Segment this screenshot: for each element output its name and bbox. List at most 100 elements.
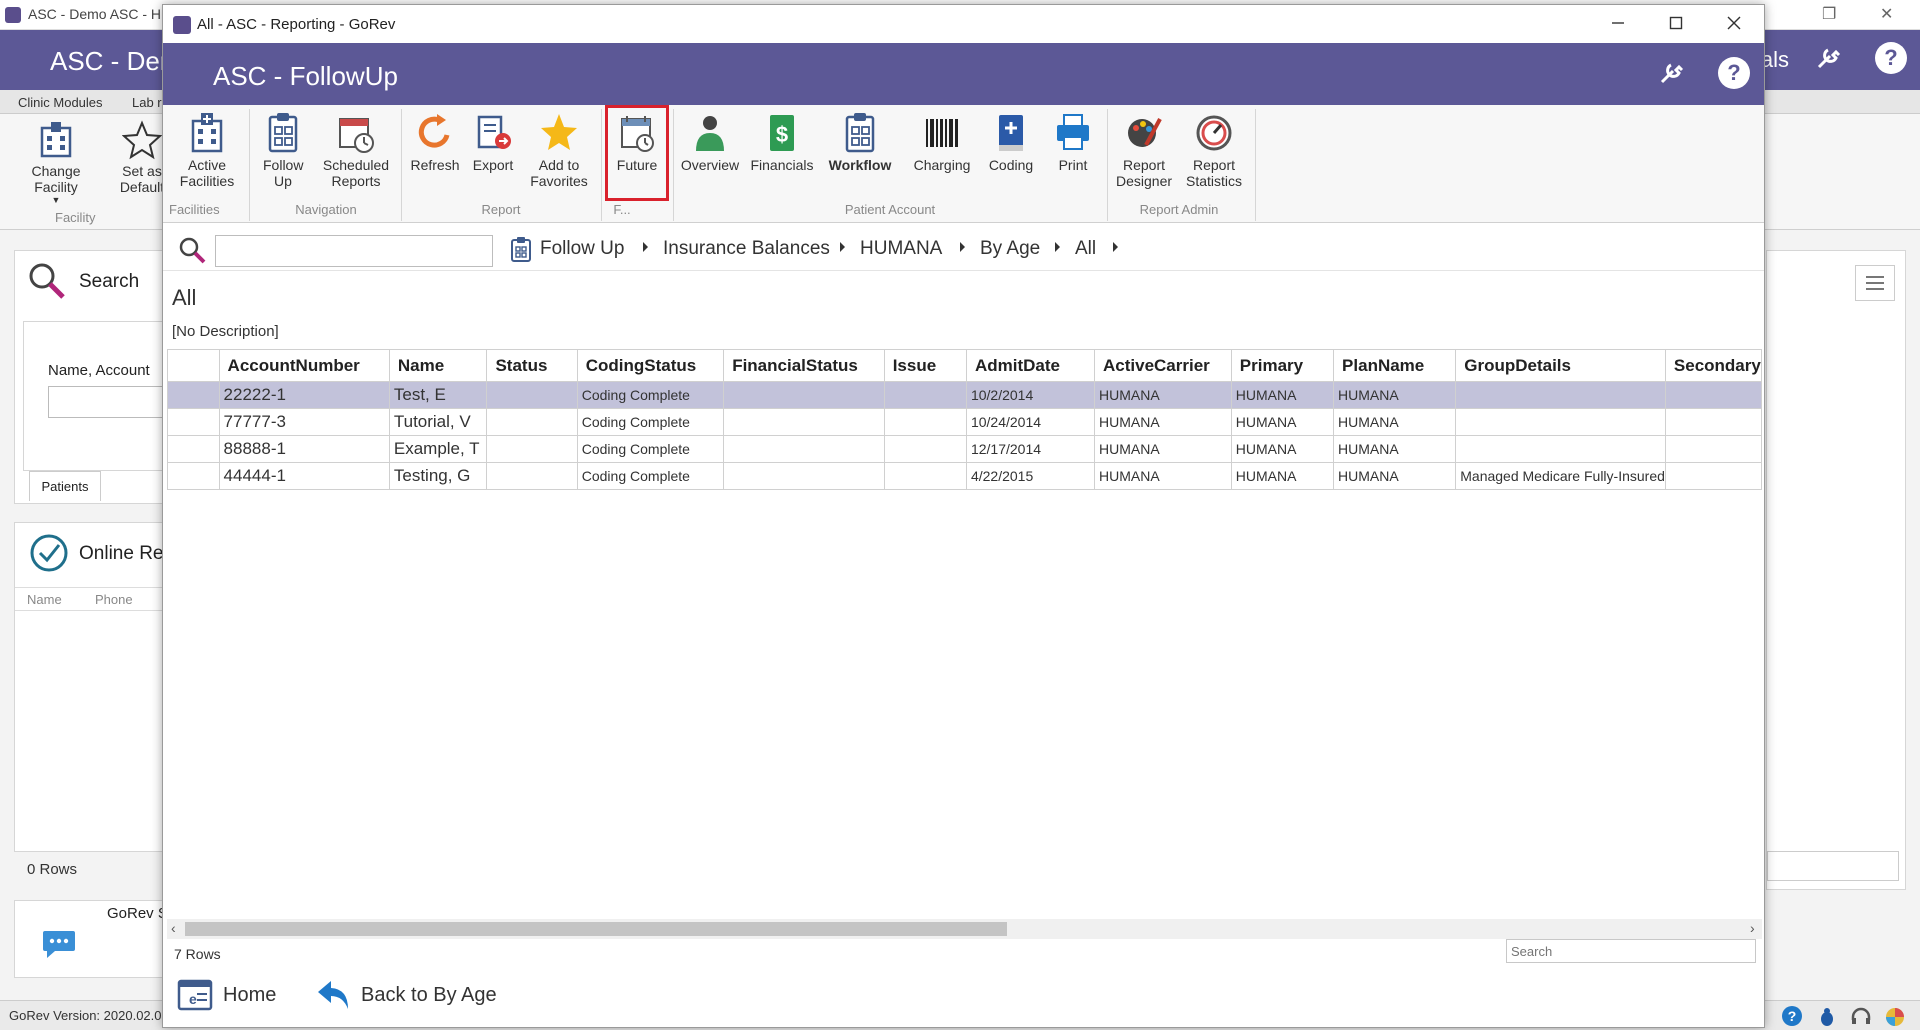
star-outline-icon xyxy=(121,120,163,160)
column-header[interactable]: Primary xyxy=(1230,349,1335,382)
coding-button[interactable]: Coding xyxy=(981,109,1041,199)
table-row[interactable]: 88888-1 Example, T Coding Complete 12/17… xyxy=(167,435,1762,463)
col-phone[interactable]: Phone xyxy=(95,592,133,607)
row-indicator[interactable] xyxy=(167,381,220,409)
cell-admit-date: 10/2/2014 xyxy=(965,381,1096,409)
breadcrumb-separator xyxy=(643,242,648,252)
report-designer-button[interactable]: Report Designer xyxy=(1111,109,1177,199)
tools-icon[interactable] xyxy=(1814,42,1844,79)
print-button[interactable]: Print xyxy=(1043,109,1103,199)
cell-account-number: 22222-1 xyxy=(218,381,390,409)
workflow-button[interactable]: Workflow xyxy=(819,109,901,199)
table-row[interactable]: 77777-3 Tutorial, V Coding Complete 10/2… xyxy=(167,408,1762,436)
minimize-button[interactable] xyxy=(1589,5,1647,43)
printer-icon xyxy=(1057,114,1089,150)
grid-search-input[interactable] xyxy=(1506,939,1756,963)
breadcrumb-all[interactable]: All xyxy=(1075,238,1096,260)
row-indicator[interactable] xyxy=(167,435,220,463)
cell-issue xyxy=(883,381,967,409)
col-name[interactable]: Name xyxy=(27,592,62,607)
print-label: Print xyxy=(1058,157,1088,173)
cell-active-carrier: HUMANA xyxy=(1094,408,1232,436)
help-icon[interactable]: ? xyxy=(1875,42,1907,74)
breadcrumb-search-input[interactable] xyxy=(215,235,493,267)
tab-lab[interactable]: Lab r xyxy=(132,95,162,110)
page-title: All xyxy=(172,285,197,310)
column-header[interactable]: FinancialStatus xyxy=(723,349,885,382)
maximize-button[interactable] xyxy=(1647,5,1705,43)
breadcrumb-insurance-balances[interactable]: Insurance Balances xyxy=(663,238,830,260)
home-label: Home xyxy=(223,983,277,1006)
scheduled-reports-button[interactable]: Scheduled Reports xyxy=(319,109,393,199)
color-wheel-icon xyxy=(1886,1008,1904,1026)
export-button[interactable]: Export xyxy=(465,109,521,199)
column-header[interactable]: Status xyxy=(486,349,578,382)
chat-icon xyxy=(43,931,75,958)
column-header[interactable]: Name xyxy=(388,349,488,382)
name-account-input[interactable] xyxy=(48,386,178,418)
cell-admit-date: 12/17/2014 xyxy=(965,435,1096,463)
charging-button[interactable]: Charging xyxy=(905,109,979,199)
gorev-panel: GoRev S xyxy=(14,900,174,978)
cell-financial-status xyxy=(723,381,885,409)
cell-coding-status: Coding Complete xyxy=(576,435,725,463)
back-button[interactable]: Back to By Age xyxy=(315,973,497,1017)
report-statistics-button[interactable]: Report Statistics xyxy=(1179,109,1249,199)
back-arrow-icon xyxy=(318,981,348,1009)
scroll-right-icon[interactable]: › xyxy=(1750,920,1755,936)
cell-coding-status: Coding Complete xyxy=(576,381,725,409)
home-button[interactable]: e Home xyxy=(175,973,276,1017)
breadcrumb-bar: Follow Up Insurance Balances HUMANA By A… xyxy=(163,223,1764,271)
palette-icon xyxy=(1128,118,1162,147)
table-row[interactable]: 22222-1 Test, E Coding Complete 10/2/201… xyxy=(167,381,1762,409)
minimize-icon xyxy=(1612,22,1624,24)
scrollbar-thumb[interactable] xyxy=(185,922,1007,936)
tab-clinic-modules[interactable]: Clinic Modules xyxy=(18,95,103,110)
overview-button[interactable]: Overview xyxy=(675,109,745,199)
column-header[interactable]: PlanName xyxy=(1333,349,1457,382)
calendar-clock-icon xyxy=(339,118,374,153)
search-icon xyxy=(179,237,206,264)
tab-patients[interactable]: Patients xyxy=(29,471,101,501)
breadcrumb-humana[interactable]: HUMANA xyxy=(860,238,942,260)
column-header[interactable]: Issue xyxy=(883,349,967,382)
follow-up-button[interactable]: Follow Up xyxy=(253,109,313,199)
change-facility-button[interactable]: Change Facility ▼ xyxy=(8,120,104,205)
report-designer-label: Report Designer xyxy=(1115,157,1173,189)
column-header[interactable]: AccountNumber xyxy=(218,349,390,382)
column-header[interactable]: Secondary xyxy=(1664,349,1762,382)
page-description: [No Description] xyxy=(172,323,279,340)
right-panel-input[interactable] xyxy=(1767,851,1899,881)
online-panel-title: Online Re xyxy=(79,543,164,564)
breadcrumb-follow-up[interactable]: Follow Up xyxy=(540,238,624,260)
tools-icon[interactable] xyxy=(1657,57,1687,94)
help-icon[interactable]: ? xyxy=(1718,57,1750,89)
cell-status xyxy=(486,408,578,436)
menu-button[interactable] xyxy=(1855,265,1895,301)
row-indicator[interactable] xyxy=(167,408,220,436)
column-header[interactable]: GroupDetails xyxy=(1455,349,1666,382)
cell-plan-name: HUMANA xyxy=(1333,462,1457,490)
cell-secondary xyxy=(1664,381,1762,409)
column-header[interactable]: AdmitDate xyxy=(965,349,1096,382)
breadcrumb-by-age[interactable]: By Age xyxy=(980,238,1040,260)
cell-account-number: 44444-1 xyxy=(218,462,390,490)
row-indicator[interactable] xyxy=(167,462,220,490)
column-header[interactable]: ActiveCarrier xyxy=(1094,349,1232,382)
status-help-icon[interactable]: ? xyxy=(1782,1006,1802,1026)
active-facilities-button[interactable]: Active Facilities xyxy=(171,109,243,199)
medical-book-icon xyxy=(999,115,1023,151)
column-header[interactable]: CodingStatus xyxy=(576,349,725,382)
refresh-button[interactable]: Refresh xyxy=(405,109,465,199)
horizontal-scrollbar[interactable]: ‹ › xyxy=(167,919,1762,939)
financials-button[interactable]: $ Financials xyxy=(747,109,817,199)
scroll-left-icon[interactable]: ‹ xyxy=(171,920,176,936)
restore-icon[interactable]: ❐ xyxy=(1822,4,1836,24)
add-to-favorites-button[interactable]: Add to Favorites xyxy=(521,109,597,199)
table-row[interactable]: 44444-1 Testing, G Coding Complete 4/22/… xyxy=(167,462,1762,490)
close-button[interactable] xyxy=(1705,5,1763,43)
close-icon[interactable]: ✕ xyxy=(1880,4,1893,24)
export-icon xyxy=(477,115,511,149)
group-report: Report xyxy=(481,202,521,217)
cell-name: Tutorial, V xyxy=(388,408,488,436)
